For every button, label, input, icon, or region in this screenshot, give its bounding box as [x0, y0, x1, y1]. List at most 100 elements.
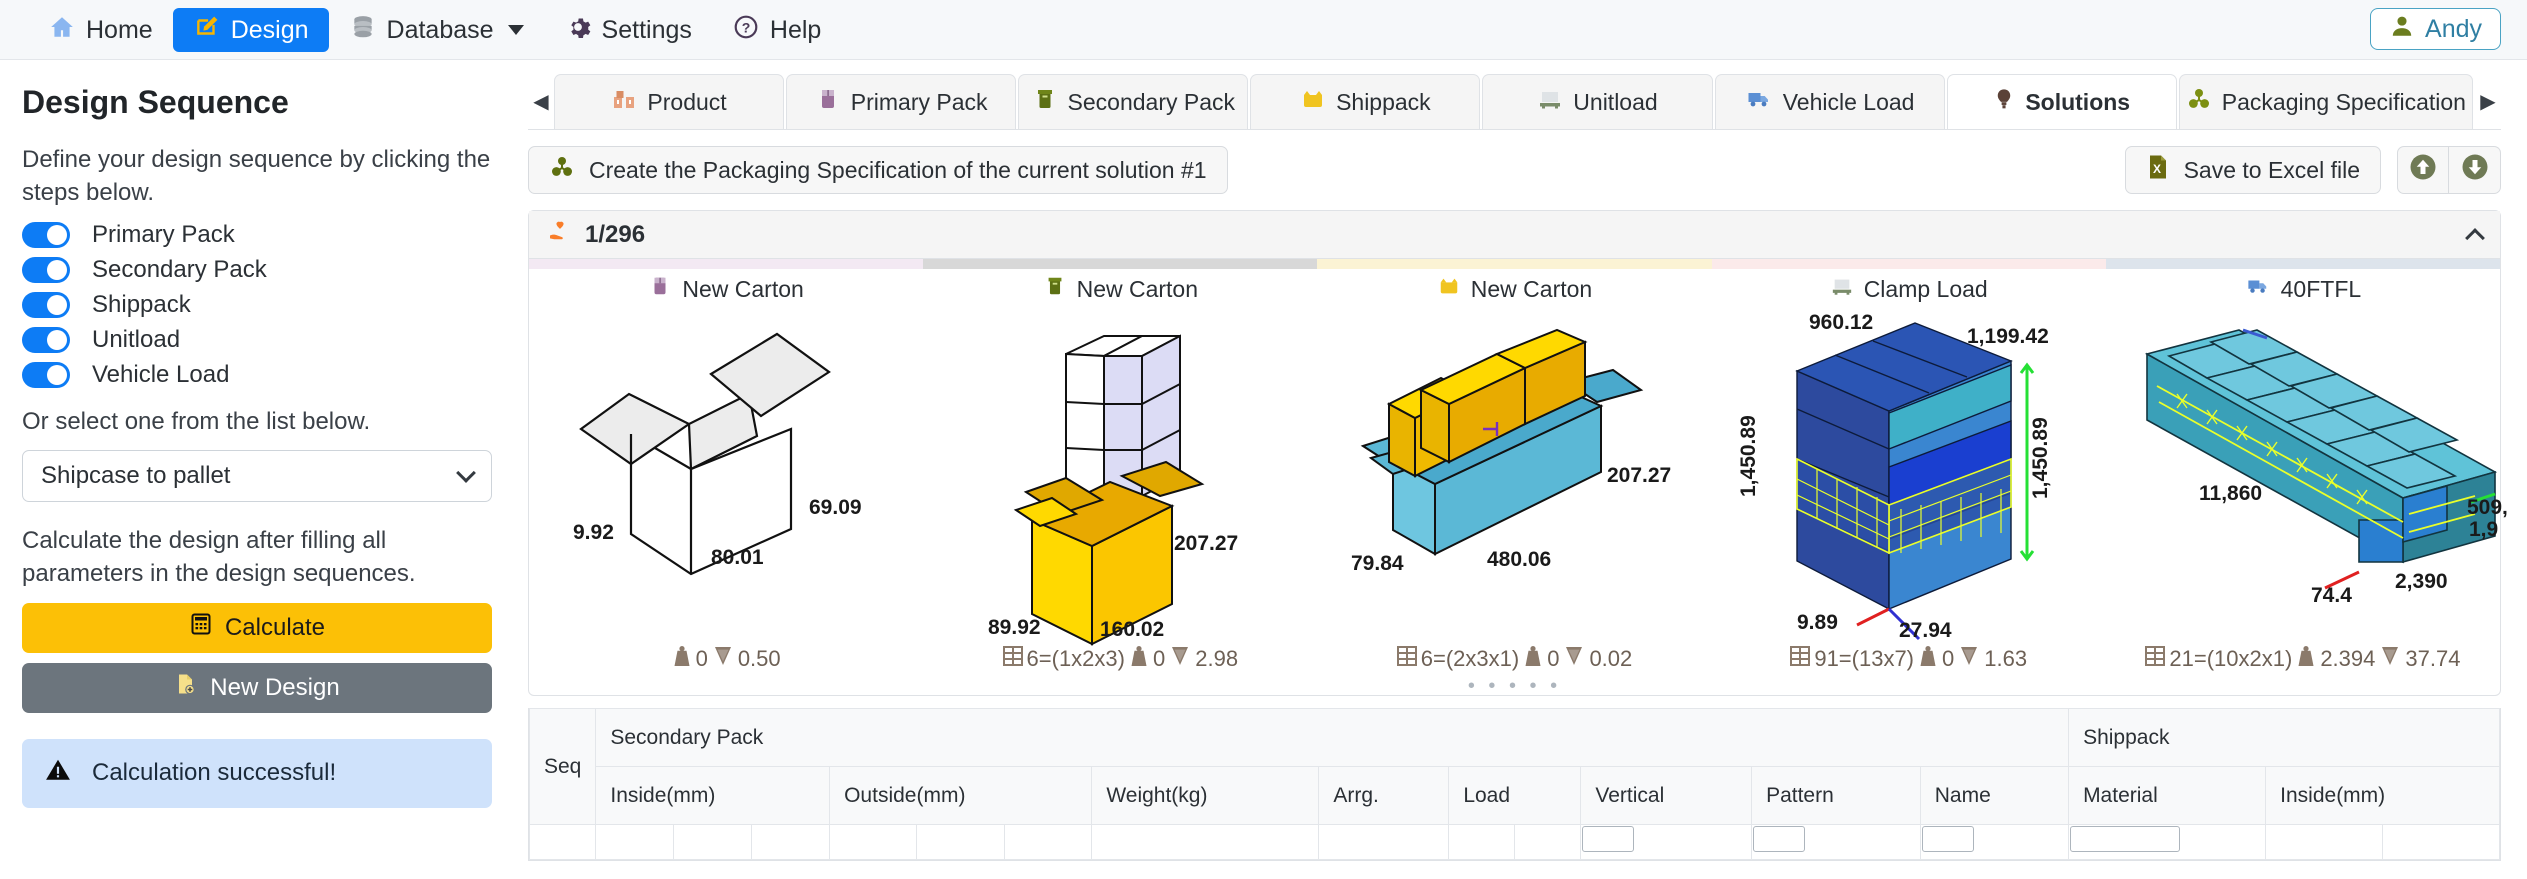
solution-card-vehicle-load[interactable]: 40FTFL: [2106, 259, 2500, 679]
page-layout: Design Sequence Define your design seque…: [0, 60, 2527, 879]
cell: [2383, 825, 2500, 860]
weight-icon: [2296, 645, 2316, 673]
sidebar-intro-text: Define your design sequence by clicking …: [22, 143, 492, 209]
solution-card-primary-pack[interactable]: New Carton 69.09: [529, 259, 923, 679]
arrangement-icon: [2145, 646, 2165, 672]
tab-label: Shippack: [1336, 89, 1431, 116]
toggle-primary-pack[interactable]: [22, 222, 70, 248]
cell-name[interactable]: [1920, 825, 2068, 860]
tab-secondary-pack[interactable]: Secondary Pack: [1018, 74, 1248, 129]
select-value: Shipcase to pallet: [41, 462, 230, 490]
user-name-label: Andy: [2425, 15, 2482, 44]
dim-left-height: 1,450.89: [1737, 415, 1760, 497]
arrow-down-circle-icon: [2460, 152, 2490, 188]
cell-material[interactable]: [2069, 825, 2266, 860]
stat-weight: 0: [1547, 646, 1559, 672]
cell-vertical[interactable]: [1581, 825, 1752, 860]
table-row[interactable]: [530, 825, 2500, 860]
sidebar-item-unitload[interactable]: Unitload: [22, 326, 492, 354]
tab-shippack[interactable]: Shippack: [1250, 74, 1480, 129]
user-menu-button[interactable]: Andy: [2370, 8, 2501, 50]
nav-item-database[interactable]: Database: [329, 8, 544, 52]
solution-card-shippack[interactable]: New Carton: [1317, 259, 1711, 679]
card-title-row: New Carton: [529, 269, 923, 309]
sidebar-item-vehicle-load[interactable]: Vehicle Load: [22, 361, 492, 389]
svg-text:?: ?: [742, 19, 751, 35]
name-input[interactable]: [1922, 826, 1974, 852]
tab-primary-pack[interactable]: Primary Pack: [786, 74, 1016, 129]
previous-solution-button[interactable]: [2397, 146, 2449, 194]
sidebar-item-shippack[interactable]: Shippack: [22, 291, 492, 319]
card-figure-secondary-pack: 207.27 160.02 89.92: [923, 309, 1317, 639]
calculate-button[interactable]: Calculate: [22, 603, 492, 653]
dim-corner: 74.4: [2311, 584, 2352, 607]
stat-weight: 0: [696, 646, 708, 672]
sidebar-item-primary-pack[interactable]: Primary Pack: [22, 221, 492, 249]
secondary-pack-icon: [1043, 275, 1067, 303]
table-header-group-row: Seq Secondary Pack Shippack: [530, 709, 2500, 767]
tab-packaging-specification[interactable]: Packaging Specification: [2179, 74, 2473, 129]
nav-item-design[interactable]: Design: [173, 8, 329, 52]
dim-height: 207.27: [1607, 464, 1671, 487]
cell: [596, 825, 674, 860]
card-figure-unitload: 960.12 1,199.42 1,450.89 1,450.89 9.89 2…: [1712, 309, 2106, 639]
cell-seq: [530, 825, 596, 860]
tabs-scroll-right-button[interactable]: ▶: [2475, 74, 2501, 129]
tab-label: Solutions: [2025, 89, 2130, 116]
tab-solutions[interactable]: Solutions: [1947, 74, 2177, 129]
cell: [752, 825, 830, 860]
sidebar-select-hint: Or select one from the list below.: [22, 405, 492, 438]
tab-vehicle-load[interactable]: Vehicle Load: [1715, 74, 1945, 129]
calculator-icon: [189, 612, 213, 643]
packaging-spec-icon: [549, 155, 575, 185]
card-figure-shippack: 207.27 480.06 79.84: [1317, 309, 1711, 639]
new-design-button[interactable]: New Design: [22, 663, 492, 713]
vertical-input[interactable]: [1582, 826, 1634, 852]
toggle-vehicle-load[interactable]: [22, 362, 70, 388]
collapse-panel-button[interactable]: [2465, 228, 2485, 248]
nav-item-home[interactable]: Home: [28, 8, 173, 52]
primary-pack-icon: [815, 87, 841, 117]
vehicle-load-icon: [1745, 87, 1773, 117]
material-input[interactable]: [2070, 826, 2180, 852]
design-sequence-sidebar: Design Sequence Define your design seque…: [0, 60, 520, 879]
solutions-icon: [1993, 87, 2015, 117]
save-to-excel-button[interactable]: X Save to Excel file: [2125, 146, 2381, 194]
nav-label: Settings: [602, 16, 692, 45]
packaging-spec-icon: [2186, 87, 2212, 117]
home-icon: [48, 14, 76, 47]
card-stripe: [2106, 259, 2500, 269]
favorite-hand-icon: [547, 219, 573, 250]
card-stripe: [923, 259, 1317, 269]
next-solution-button[interactable]: [2449, 146, 2501, 194]
toggle-shippack[interactable]: [22, 292, 70, 318]
design-sequence-select[interactable]: Shipcase to pallet: [22, 450, 492, 502]
dim-height: 207.27: [1174, 532, 1238, 555]
panel-resize-handle[interactable]: • • • • •: [529, 679, 2500, 695]
pattern-input[interactable]: [1753, 826, 1805, 852]
card-title: New Carton: [1077, 276, 1198, 303]
tabs-scroll-left-button[interactable]: ◀: [528, 74, 554, 129]
toggle-secondary-pack[interactable]: [22, 257, 70, 283]
sidebar-item-secondary-pack[interactable]: Secondary Pack: [22, 256, 492, 284]
nav-item-settings[interactable]: Settings: [544, 8, 712, 52]
cell: [1092, 825, 1319, 860]
create-packaging-specification-button[interactable]: Create the Packaging Specification of th…: [528, 146, 1228, 194]
th-secondary-pack: Secondary Pack: [596, 709, 2069, 767]
volume-icon: [1958, 645, 1980, 673]
th-seq: Seq: [530, 709, 596, 825]
toggle-unitload[interactable]: [22, 327, 70, 353]
stat-arrangement: 91=(13x7): [1814, 646, 1914, 672]
solution-card-unitload[interactable]: Clamp Load: [1712, 259, 2106, 679]
dim-depth: 9.92: [573, 521, 614, 544]
card-stats-secondary-pack: 6=(1x2x3) 0 2.98: [923, 639, 1317, 679]
nav-item-help[interactable]: ? Help: [712, 8, 841, 52]
main-content: ◀ Product Primary Pack Secondary Pack: [520, 60, 2527, 879]
volume-icon: [1563, 645, 1585, 673]
dim-right-height: 1,450.89: [2029, 417, 2052, 499]
solution-card-secondary-pack[interactable]: New Carton: [923, 259, 1317, 679]
tab-product[interactable]: Product: [554, 74, 784, 129]
volume-icon: [712, 645, 734, 673]
tab-unitload[interactable]: Unitload: [1482, 74, 1712, 129]
cell-pattern[interactable]: [1752, 825, 1921, 860]
